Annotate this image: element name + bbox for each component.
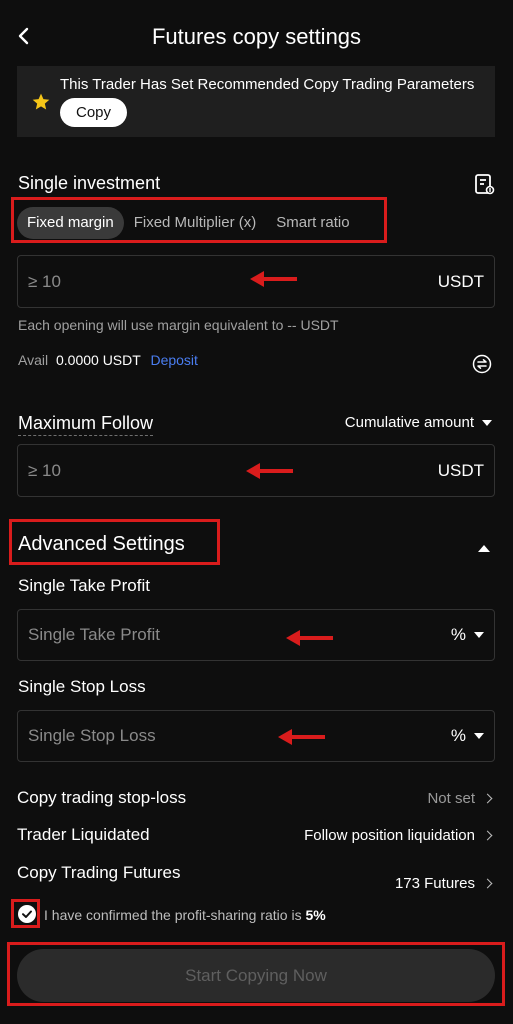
confirm-checkbox[interactable] <box>15 902 39 926</box>
recommended-params-banner: This Trader Has Set Recommended Copy Tra… <box>17 66 495 137</box>
single-investment-field: USDT <box>17 255 495 308</box>
investment-mode-tabs: Fixed margin Fixed Multiplier (x) Smart … <box>17 207 360 239</box>
caret-up-icon <box>478 545 490 552</box>
chevron-right-icon <box>482 830 493 841</box>
available-balance-row: Avail 0.0000 USDT Deposit <box>18 352 198 368</box>
single-investment-unit: USDT <box>437 271 484 291</box>
checkmark-icon <box>22 910 32 918</box>
collapse-toggle[interactable] <box>478 539 490 557</box>
stop-loss-field: % <box>17 710 495 762</box>
tab-fixed-multiplier[interactable]: Fixed Multiplier (x) <box>124 207 267 239</box>
stop-loss-unit: % <box>450 726 466 745</box>
transfer-icon[interactable] <box>472 354 492 374</box>
stop-loss-title: Single Stop Loss <box>18 677 146 696</box>
caret-down-icon <box>474 733 484 739</box>
document-settings-icon[interactable] <box>474 173 496 197</box>
stop-loss-status: Not set <box>427 790 475 807</box>
futures-count: 173 Futures <box>394 875 475 889</box>
single-investment-input[interactable] <box>28 256 328 307</box>
trader-liquidated-row[interactable]: Trader Liquidated Follow position liquid… <box>17 825 495 853</box>
tab-fixed-margin[interactable]: Fixed margin <box>17 207 124 239</box>
confirm-text: I have confirmed the profit-sharing rati… <box>44 907 326 923</box>
row-value: 173 Futures <box>394 875 493 889</box>
copy-trading-stop-loss-row[interactable]: Copy trading stop-loss Not set <box>17 788 495 816</box>
deposit-link[interactable]: Deposit <box>150 352 197 368</box>
row-label: Trader Liquidated <box>17 825 150 844</box>
caret-down-icon <box>474 632 484 638</box>
row-value: Follow position liquidation <box>304 827 493 844</box>
advanced-settings-title[interactable]: Advanced Settings <box>18 533 185 556</box>
take-profit-field: % <box>17 609 495 661</box>
take-profit-unit: % <box>450 625 466 644</box>
margin-hint: Each opening will use margin equivalent … <box>18 317 339 333</box>
row-value: Not set <box>427 790 493 807</box>
star-icon <box>32 93 50 110</box>
stop-loss-unit-select[interactable]: % <box>451 711 484 761</box>
confirm-label: I have confirmed the profit-sharing rati… <box>44 907 306 923</box>
maximum-follow-unit: USDT <box>437 460 484 480</box>
single-investment-title: Single investment <box>18 173 161 193</box>
row-label: Copy trading stop-loss <box>17 788 187 807</box>
row-label: Copy Trading Futures <box>17 863 181 882</box>
take-profit-input[interactable] <box>28 610 328 660</box>
copy-trading-futures-row[interactable]: Copy Trading Futures 173 Futures <box>17 863 495 889</box>
page-title: Futures copy settings <box>151 24 362 49</box>
maximum-follow-input[interactable] <box>28 445 328 496</box>
take-profit-unit-select[interactable]: % <box>451 610 484 660</box>
maximum-follow-field: USDT <box>17 444 495 497</box>
stop-loss-input[interactable] <box>28 711 328 761</box>
maximum-follow-label: Maximum Follow <box>18 413 154 436</box>
start-copying-button[interactable]: Start Copying Now <box>17 949 495 1002</box>
maximum-follow-title: Maximum Follow <box>18 413 154 436</box>
chevron-right-icon <box>482 878 493 889</box>
header: Futures copy settings <box>0 0 513 64</box>
copy-params-button[interactable]: Copy <box>60 98 127 127</box>
caret-down-icon <box>482 419 492 426</box>
banner-text: This Trader Has Set Recommended Copy Tra… <box>60 76 475 93</box>
chevron-right-icon <box>482 793 493 804</box>
take-profit-title: Single Take Profit <box>18 576 150 595</box>
liquidation-option: Follow position liquidation <box>304 827 475 844</box>
profit-sharing-ratio: 5% <box>305 907 326 923</box>
follow-mode-value: Cumulative amount <box>344 414 474 431</box>
avail-label: Avail <box>18 352 49 368</box>
avail-value: 0.0000 USDT <box>55 352 141 368</box>
tab-smart-ratio[interactable]: Smart ratio <box>266 207 359 239</box>
follow-mode-select[interactable]: Cumulative amount <box>345 414 492 431</box>
